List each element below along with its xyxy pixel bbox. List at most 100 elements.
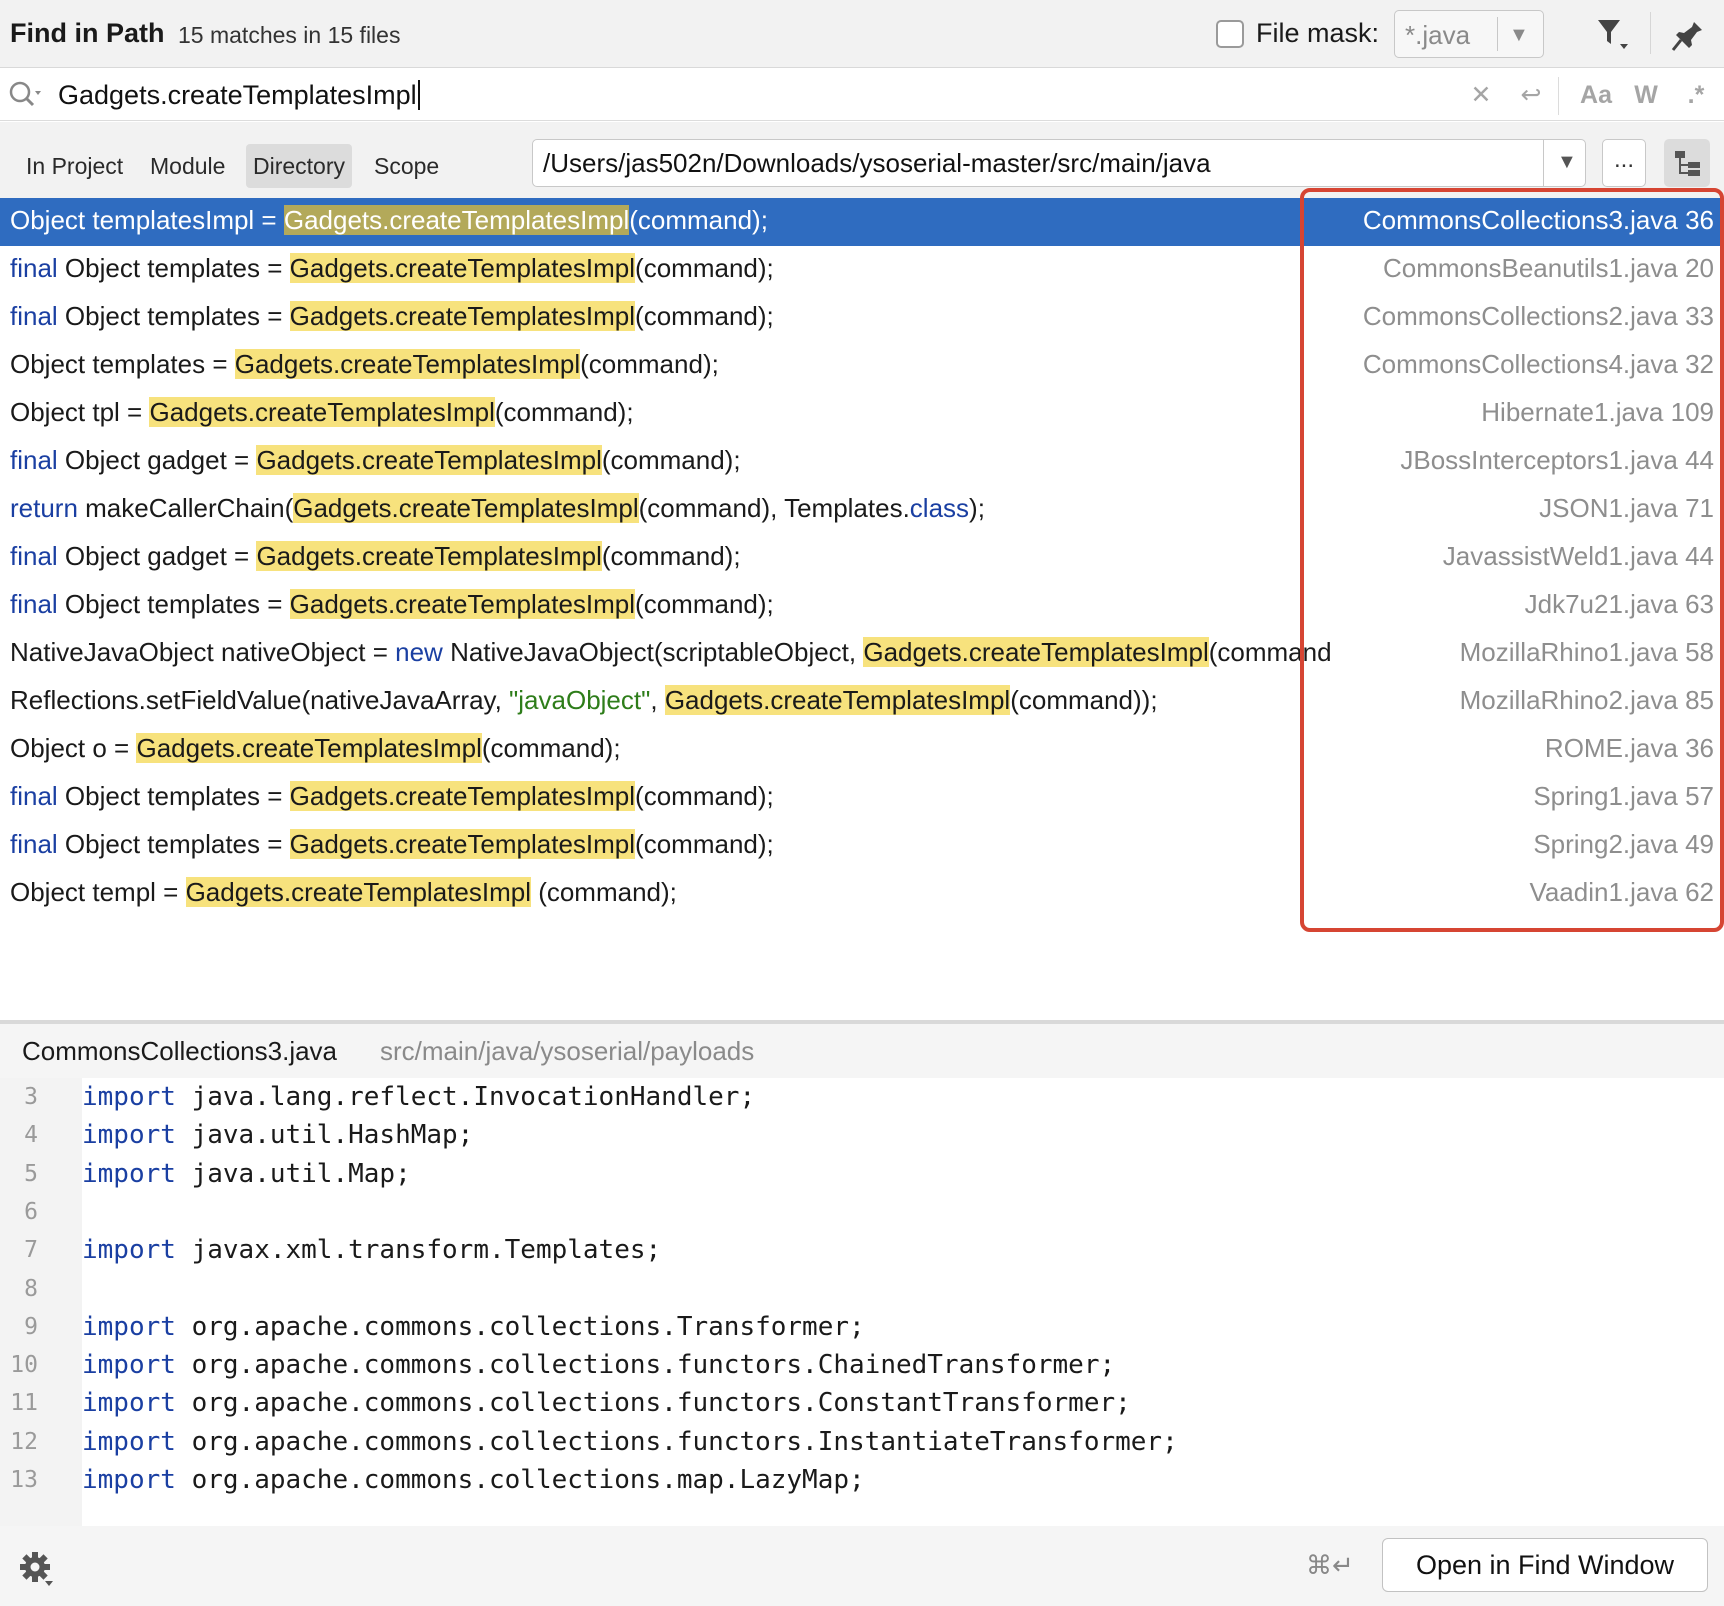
code-source: import java.util.HashMap;	[82, 1120, 473, 1150]
match-highlight: Gadgets.createTemplatesImpl	[289, 589, 636, 619]
result-row[interactable]: Object templatesImpl = Gadgets.createTem…	[0, 198, 1724, 246]
code-line: 8	[0, 1270, 1724, 1312]
result-code: Object templates = Gadgets.createTemplat…	[10, 349, 1438, 380]
file-mask-combo[interactable]: *.java ▼	[1394, 10, 1544, 58]
code-text: org.apache.commons.collections.functors.…	[175, 1426, 1178, 1457]
code-text: (command);	[635, 829, 774, 859]
match-highlight: Gadgets.createTemplatesImpl	[283, 205, 630, 235]
result-code: final Object templates = Gadgets.createT…	[10, 301, 1438, 332]
code-text: Object tpl =	[10, 397, 150, 427]
new-line-icon[interactable]: ↩	[1514, 77, 1548, 113]
code-text: (command);	[635, 589, 774, 619]
code-text: (command));	[1010, 685, 1158, 715]
result-file-location: Vaadin1.java 62	[1523, 877, 1714, 908]
result-row[interactable]: final Object templates = Gadgets.createT…	[0, 774, 1724, 822]
filter-icon[interactable]	[1594, 14, 1630, 54]
code-line: 10 import org.apache.commons.collections.…	[0, 1346, 1724, 1388]
code-line: 9 import org.apache.commons.collections.T…	[0, 1308, 1724, 1350]
line-number: 8	[24, 1275, 38, 1302]
code-text: (command);	[629, 205, 768, 235]
match-case-icon[interactable]: Aa	[1574, 77, 1618, 113]
code-text: Object templ =	[10, 877, 186, 907]
match-highlight: Gadgets.createTemplatesImpl	[234, 349, 581, 379]
code-text: org.apache.commons.collections.functors.…	[175, 1350, 1116, 1381]
result-code: final Object templates = Gadgets.createT…	[10, 589, 1438, 620]
result-row[interactable]: final Object templates = Gadgets.createT…	[0, 246, 1724, 294]
code-text: (command);	[635, 781, 774, 811]
chevron-down-icon[interactable]: ▼	[1509, 24, 1529, 47]
tab-in-project[interactable]: In Project	[19, 144, 130, 188]
code-text: Object templatesImpl =	[10, 205, 284, 235]
result-code: final Object gadget = Gadgets.createTemp…	[10, 541, 1438, 572]
code-text: org.apache.commons.collections.Transform…	[175, 1311, 865, 1342]
code-preview[interactable]: 3 import java.lang.reflect.InvocationHand…	[0, 1078, 1724, 1526]
directory-combo[interactable]: /Users/jas502n/Downloads/ysoserial-maste…	[532, 139, 1586, 187]
dialog-title: Find in Path	[10, 18, 165, 48]
code-line: 13 import org.apache.commons.collections.…	[0, 1461, 1724, 1503]
words-icon[interactable]: W	[1628, 77, 1664, 113]
result-file-location: JBossInterceptors1.java 44	[1394, 445, 1714, 476]
clear-icon[interactable]: ✕	[1464, 77, 1498, 113]
chevron-down-icon[interactable]: ▼	[1557, 151, 1577, 174]
code-text: java.util.Map;	[175, 1158, 411, 1189]
result-file-location: JavassistWeld1.java 44	[1436, 541, 1714, 572]
result-row[interactable]: Object tpl = Gadgets.createTemplatesImpl…	[0, 390, 1724, 438]
keyword: final	[10, 541, 58, 571]
result-file-location: Spring1.java 57	[1527, 781, 1714, 812]
browse-button[interactable]: ...	[1602, 139, 1646, 187]
pin-icon[interactable]	[1670, 14, 1706, 54]
keyword: return	[10, 493, 78, 523]
result-row[interactable]: final Object templates = Gadgets.createT…	[0, 822, 1724, 870]
result-row[interactable]: final Object gadget = Gadgets.createTemp…	[0, 534, 1724, 582]
result-row[interactable]: final Object gadget = Gadgets.createTemp…	[0, 438, 1724, 486]
code-text: (command);	[580, 349, 719, 379]
result-row[interactable]: final Object templates = Gadgets.createT…	[0, 294, 1724, 342]
result-code: final Object templates = Gadgets.createT…	[10, 781, 1438, 812]
keyword: import	[82, 1388, 176, 1419]
code-line: 11 import org.apache.commons.collections.…	[0, 1384, 1724, 1426]
tab-scope[interactable]: Scope	[367, 144, 446, 188]
code-line: 7 import javax.xml.transform.Templates;	[0, 1231, 1724, 1273]
regex-icon[interactable]: .*	[1676, 77, 1716, 113]
code-text: java.lang.reflect.InvocationHandler;	[175, 1082, 756, 1112]
tab-directory[interactable]: Directory	[246, 144, 353, 188]
result-file-location: MozillaRhino2.java 85	[1453, 685, 1714, 716]
result-row[interactable]: final Object templates = Gadgets.createT…	[0, 582, 1724, 630]
file-mask-value: *.java	[1405, 20, 1471, 50]
result-code: final Object templates = Gadgets.createT…	[10, 253, 1438, 284]
result-row[interactable]: Reflections.setFieldValue(nativeJavaArra…	[0, 678, 1724, 726]
keyword: import	[82, 1311, 176, 1342]
match-highlight: Gadgets.createTemplatesImpl	[863, 637, 1209, 667]
result-file-location: CommonsCollections2.java 33	[1356, 301, 1714, 332]
result-file-location: CommonsCollections3.java 36	[1356, 205, 1714, 236]
search-input[interactable]: Gadgets.createTemplatesImpl	[58, 80, 420, 111]
code-text: javax.xml.transform.Templates;	[175, 1235, 662, 1266]
combo-separator	[1497, 17, 1498, 51]
code-text: org.apache.commons.collections.map.LazyM…	[175, 1465, 865, 1495]
code-text: Object templates =	[57, 253, 290, 283]
code-text: Object templates =	[57, 301, 290, 331]
keyword: final	[10, 253, 58, 283]
result-code: Object templ = Gadgets.createTemplatesIm…	[10, 877, 1438, 908]
preview-file-path: src/main/java/ysoserial/payloads	[380, 1036, 755, 1066]
code-text: (command);	[530, 877, 677, 907]
line-number: 12	[10, 1428, 38, 1455]
result-row[interactable]: Object o = Gadgets.createTemplatesImpl(c…	[0, 726, 1724, 774]
file-mask-checkbox[interactable]	[1216, 20, 1244, 48]
result-row[interactable]: Object templates = Gadgets.createTemplat…	[0, 342, 1724, 390]
tree-view-icon[interactable]	[1664, 139, 1710, 187]
result-row[interactable]: Object templ = Gadgets.createTemplatesIm…	[0, 870, 1724, 918]
code-text: (command), Templates.	[638, 493, 910, 523]
result-row[interactable]: NativeJavaObject nativeObject = new Nati…	[0, 630, 1724, 678]
tab-module[interactable]: Module	[143, 144, 232, 188]
match-highlight: Gadgets.createTemplatesImpl	[149, 397, 495, 427]
gear-icon[interactable]	[18, 1550, 56, 1588]
search-icon[interactable]	[8, 79, 46, 111]
open-in-find-window-button[interactable]: Open in Find Window	[1382, 1538, 1708, 1592]
code-source: import org.apache.commons.collections.fu…	[82, 1427, 1178, 1457]
find-header: Find in Path 15 matches in 15 files File…	[0, 0, 1724, 68]
header-separator	[1650, 12, 1651, 54]
code-source: import org.apache.commons.collections.Tr…	[82, 1312, 865, 1342]
line-number: 11	[10, 1390, 38, 1417]
result-row[interactable]: return makeCallerChain(Gadgets.createTem…	[0, 486, 1724, 534]
